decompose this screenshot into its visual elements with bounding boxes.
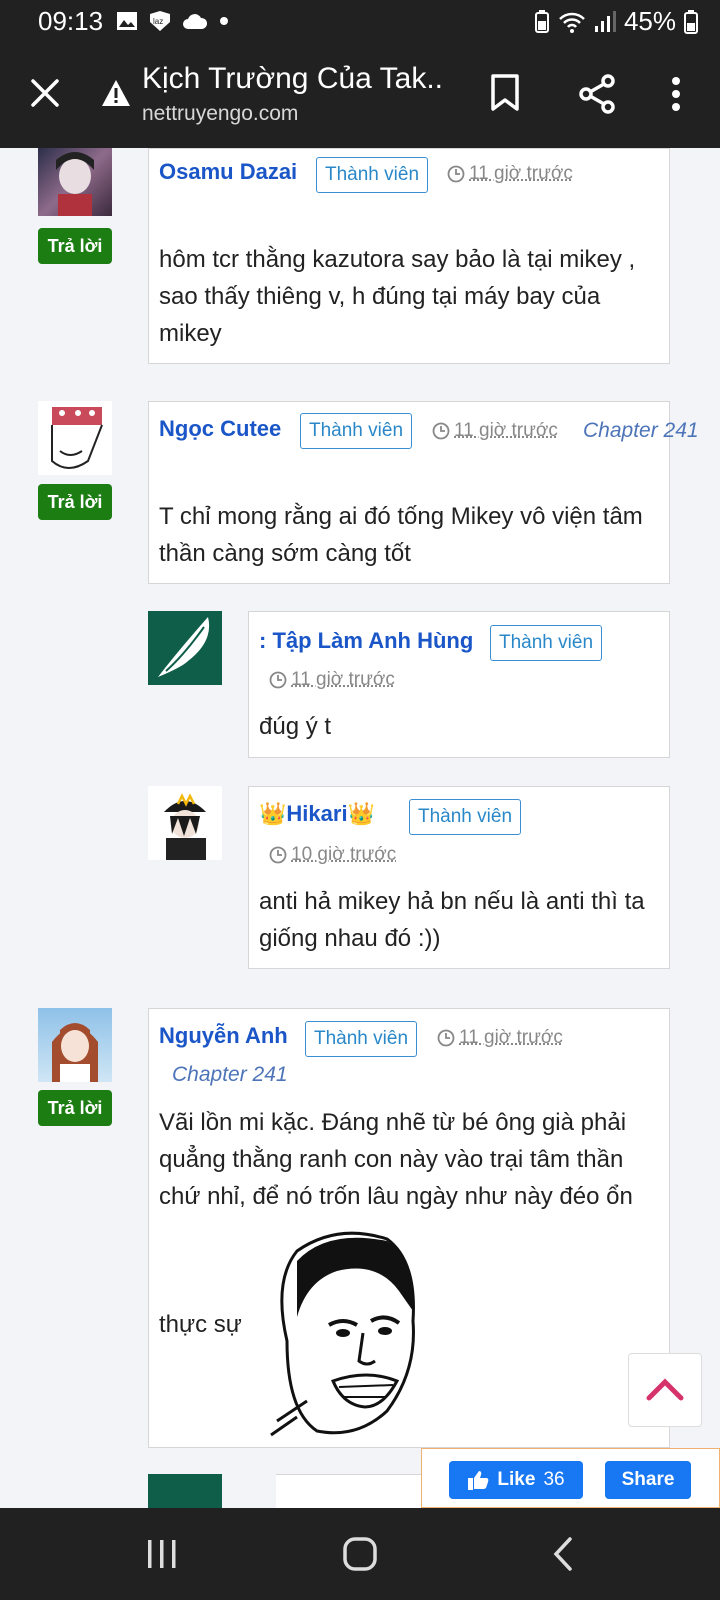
reply-button[interactable]: Trả lời bbox=[38, 228, 112, 264]
gallery-icon bbox=[117, 12, 137, 30]
reply-button[interactable]: Trả lời bbox=[38, 484, 112, 520]
clock-icon bbox=[447, 165, 465, 183]
recent-apps-icon[interactable] bbox=[146, 1538, 178, 1570]
comment-time: 11 giờ trước bbox=[447, 163, 573, 185]
comment-text: T chỉ mong rằng ai đó tống Mikey vô viện… bbox=[159, 503, 643, 567]
clock-icon bbox=[269, 846, 287, 864]
clock-icon bbox=[437, 1029, 455, 1047]
comment-text: anti hả mikey hả bn nếu là anti thì ta g… bbox=[259, 888, 645, 952]
laz-icon: laz bbox=[150, 11, 170, 31]
meme-face-icon bbox=[270, 1231, 415, 1437]
page-url[interactable]: nettruyengo.com bbox=[142, 102, 298, 126]
home-icon[interactable] bbox=[342, 1536, 378, 1572]
member-badge: Thành viên bbox=[305, 1021, 418, 1057]
facebook-like-count: 36 bbox=[543, 1469, 565, 1490]
comment-time-text: 10 giờ trước bbox=[291, 844, 397, 865]
facebook-like-label: Like bbox=[497, 1469, 536, 1490]
notification-icons: laz bbox=[116, 10, 230, 32]
wifi-icon bbox=[559, 12, 585, 33]
comment-box: Osamu Dazai Thành viên 11 giờ trước hôm … bbox=[148, 148, 670, 364]
avatar[interactable] bbox=[148, 611, 222, 685]
avatar-image bbox=[56, 152, 94, 216]
avatar[interactable] bbox=[38, 148, 112, 216]
member-badge: Thành viên bbox=[300, 413, 413, 449]
comment-time: 11 giờ trước bbox=[437, 1027, 563, 1049]
avatar[interactable] bbox=[148, 1474, 222, 1508]
back-icon[interactable] bbox=[550, 1536, 576, 1572]
comment-time: 11 giờ trước bbox=[432, 420, 558, 442]
battery-icon bbox=[684, 9, 698, 34]
avatar-image bbox=[51, 407, 103, 469]
comment-author[interactable]: Nguyễn Anh bbox=[159, 1023, 288, 1049]
comment-time: 11 giờ trước bbox=[269, 669, 395, 691]
thumbs-up-icon bbox=[468, 1471, 489, 1490]
avatar[interactable] bbox=[38, 401, 112, 475]
status-time: 09:13 bbox=[38, 6, 104, 36]
battery-saver-icon bbox=[534, 9, 549, 33]
battery-percent: 45% bbox=[623, 6, 676, 36]
signal-icon bbox=[594, 10, 616, 32]
dot-icon bbox=[220, 17, 228, 25]
comment-time-text: 11 giờ trước bbox=[454, 420, 558, 441]
comments-area: Trả lời Osamu Dazai Thành viên 11 giờ tr… bbox=[0, 148, 720, 1508]
comment-time-text: 11 giờ trước bbox=[291, 669, 395, 690]
comment-text: hôm tcr thằng kazutora say bảo là tại mi… bbox=[159, 246, 636, 347]
reply-button[interactable]: Trả lời bbox=[38, 1090, 112, 1126]
comment-author[interactable]: Ngọc Cutee bbox=[159, 416, 281, 442]
avatar[interactable] bbox=[38, 1008, 112, 1082]
comment-box: Ngọc Cutee Thành viên 11 giờ trước Chapt… bbox=[148, 401, 699, 584]
chapter-link[interactable]: Chapter 241 bbox=[172, 1063, 288, 1087]
avatar-image bbox=[52, 1023, 98, 1082]
svg-text:laz: laz bbox=[153, 17, 163, 26]
page-title[interactable]: Kịch Trường Của Tak... bbox=[142, 62, 442, 96]
cloud-icon bbox=[183, 14, 208, 29]
member-badge: Thành viên bbox=[316, 157, 429, 193]
reply-box: : Tập Làm Anh Hùng Thành viên 11 giờ trư… bbox=[248, 611, 670, 758]
comment-box: Nguyễn Anh Thành viên 11 giờ trước Chapt… bbox=[148, 1008, 670, 1448]
comment-text-end: thực sự bbox=[159, 1311, 242, 1338]
warning-icon[interactable] bbox=[100, 78, 132, 108]
avatar-image bbox=[164, 793, 206, 860]
status-bar: 09:13 laz 45% bbox=[0, 0, 720, 44]
system-icons: 45% bbox=[534, 6, 698, 37]
facebook-like-button[interactable]: Like 36 bbox=[449, 1461, 583, 1499]
member-badge: Thành viên bbox=[490, 625, 603, 661]
clock-icon bbox=[432, 422, 450, 440]
comment-time: 10 giờ trước bbox=[269, 844, 396, 866]
facebook-bar: Like 36 Share bbox=[421, 1448, 720, 1508]
member-badge: Thành viên bbox=[409, 799, 522, 835]
chevron-up-icon bbox=[646, 1378, 684, 1401]
facebook-share-button[interactable]: Share bbox=[605, 1461, 691, 1499]
crown-icon: 👑 bbox=[259, 801, 287, 826]
scroll-to-top-button[interactable] bbox=[628, 1353, 702, 1427]
close-icon[interactable] bbox=[28, 76, 62, 110]
comment-time-text: 11 giờ trước bbox=[459, 1027, 563, 1048]
comment-time-text: 11 giờ trước bbox=[469, 163, 573, 184]
comment-author[interactable]: : Tập Làm Anh Hùng bbox=[259, 628, 473, 654]
comment-author[interactable]: 👑Hikari👑 bbox=[259, 801, 375, 827]
avatar-image bbox=[158, 617, 210, 677]
share-icon[interactable] bbox=[578, 74, 616, 114]
comment-text: đúg ý t bbox=[259, 713, 332, 740]
comment-text: Vãi lồn mi kặc. Đáng nhẽ từ bé ông già p… bbox=[159, 1109, 633, 1210]
comment-author-name: Hikari bbox=[286, 801, 348, 826]
more-options-icon[interactable] bbox=[670, 76, 682, 112]
bookmark-icon[interactable] bbox=[490, 74, 520, 112]
chapter-link[interactable]: Chapter 241 bbox=[583, 419, 699, 443]
system-nav-bar bbox=[0, 1508, 720, 1600]
comment-author[interactable]: Osamu Dazai bbox=[159, 159, 297, 185]
reply-box: 👑Hikari👑 Thành viên 10 giờ trước anti hả… bbox=[248, 786, 670, 969]
clock-icon bbox=[269, 671, 287, 689]
crown-icon: 👑 bbox=[347, 801, 375, 826]
avatar[interactable] bbox=[148, 786, 222, 860]
browser-toolbar: Kịch Trường Của Tak... nettruyengo.com bbox=[0, 44, 720, 148]
